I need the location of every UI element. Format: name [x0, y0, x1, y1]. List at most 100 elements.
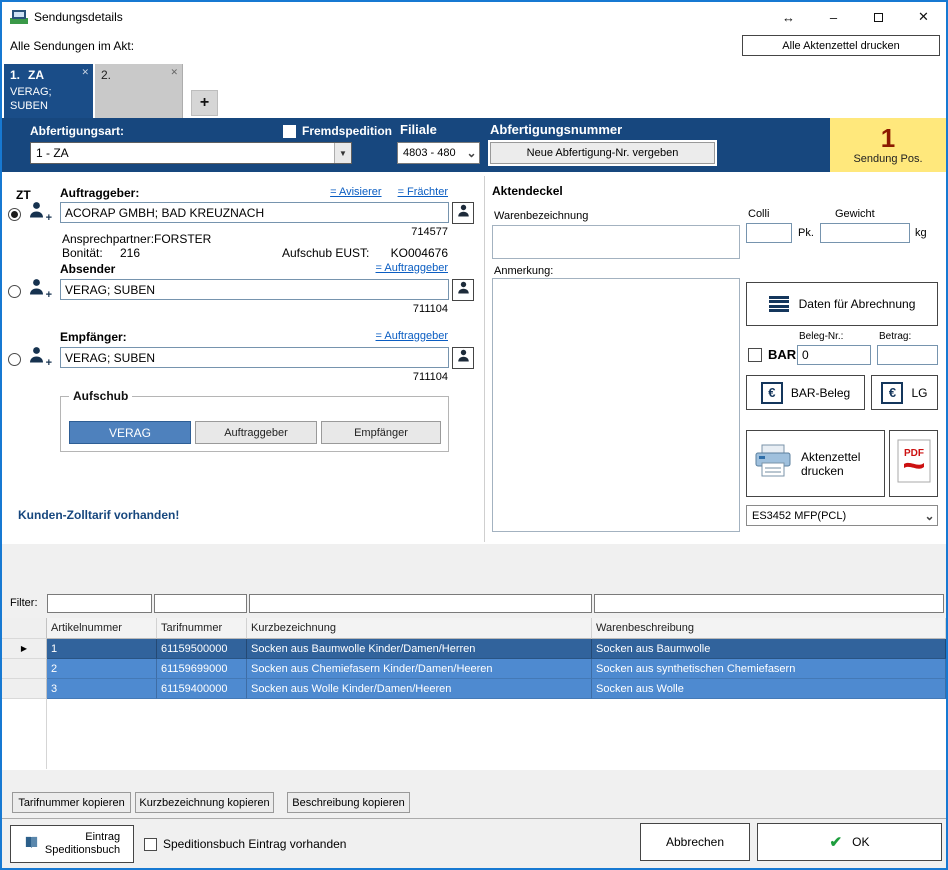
column-header-tarifnummer[interactable]: Tarifnummer	[157, 618, 247, 639]
dispatch-band: Abfertigungsart: Fremdspedition 1 - ZA ▼…	[2, 118, 946, 172]
tab1-type: ZA	[28, 68, 44, 82]
abfertigungsart-value: 1 - ZA	[31, 146, 334, 160]
book-icon	[24, 835, 39, 853]
minimize-icon[interactable]: –	[811, 2, 856, 32]
auftraggeber-input[interactable]	[60, 202, 449, 223]
ok-button[interactable]: ✔ OK	[757, 823, 942, 861]
speditionsbuch-checkbox[interactable]	[144, 838, 157, 851]
tab-strip: 1. ZA ✕ VERAG; SUBEN 2. ✕ +	[2, 60, 946, 118]
chevron-down-icon[interactable]: ⌄	[464, 146, 479, 160]
filiale-select[interactable]: 4803 - 480 ⌄	[397, 142, 480, 164]
sendung-pos-number: 1	[881, 125, 895, 151]
aufschub-eust-label: Aufschub EUST:	[282, 246, 369, 260]
tab1-line1: VERAG;	[10, 86, 52, 98]
tarifnummer-kopieren-button[interactable]: Tarifnummer kopieren	[12, 792, 131, 813]
aufschub-verag-button[interactable]: VERAG	[69, 421, 191, 444]
contact-add-absender-icon[interactable]: +	[28, 277, 52, 299]
tab-sendung-2[interactable]: 2. ✕	[95, 64, 183, 118]
alle-aktenzettel-drucken-button[interactable]: Alle Aktenzettel drucken	[742, 35, 940, 56]
fremdspedition-checkbox[interactable]	[283, 125, 296, 138]
warenbezeichnung-input[interactable]	[492, 225, 740, 259]
row-selector-arrow: ▶	[2, 639, 47, 659]
title-bar: Sendungsdetails ↔ – ✕	[2, 2, 946, 32]
invoice-lines-icon	[769, 296, 789, 313]
absender-input[interactable]	[60, 279, 449, 300]
chevron-down-icon[interactable]: ⌄	[922, 509, 937, 523]
kurzbezeichnung-kopieren-button[interactable]: Kurzbezeichnung kopieren	[135, 792, 274, 813]
avisierer-link[interactable]: = Avisierer	[330, 186, 381, 198]
ansprechpartner-value: FORSTER	[154, 232, 211, 246]
beschreibung-kopieren-button[interactable]: Beschreibung kopieren	[287, 792, 410, 813]
resize-icon[interactable]: ↔	[766, 2, 811, 32]
radio-auftraggeber[interactable]	[8, 208, 21, 221]
column-header-kurzbezeichnung[interactable]: Kurzbezeichnung	[247, 618, 592, 639]
colli-input[interactable]	[746, 223, 792, 243]
filiale-label: Filiale	[400, 122, 437, 137]
radio-absender[interactable]	[8, 285, 21, 298]
printer-select[interactable]: ES3452 MFP(PCL) ⌄	[746, 505, 938, 526]
aufschub-empfaenger-button[interactable]: Empfänger	[321, 421, 441, 444]
radio-empfaenger[interactable]	[8, 353, 21, 366]
anmerkung-textarea[interactable]	[492, 278, 740, 532]
row-selector-column	[2, 699, 47, 769]
tab1-close-icon[interactable]: ✕	[81, 67, 89, 78]
daten-fuer-abrechnung-button[interactable]: Daten für Abrechnung	[746, 282, 938, 326]
absender-lookup-button[interactable]	[452, 279, 474, 301]
maximize-icon[interactable]	[856, 2, 901, 32]
eintrag-speditionsbuch-button[interactable]: Eintrag Speditionsbuch	[10, 825, 134, 863]
filter-warenbeschreibung-input[interactable]	[594, 594, 944, 613]
abfertigungsart-select[interactable]: 1 - ZA ▼	[30, 142, 352, 164]
table-row[interactable]: 3 61159400000 Socken aus Wolle Kinder/Da…	[2, 679, 946, 699]
absender-number: 711104	[302, 303, 448, 315]
aufschub-group: Aufschub VERAG Auftraggeber Empfänger	[60, 396, 449, 452]
table-row[interactable]: ▶ 1 61159500000 Socken aus Baumwolle Kin…	[2, 639, 946, 659]
fraechter-link[interactable]: = Frächter	[398, 186, 448, 198]
column-header-artikelnummer[interactable]: Artikelnummer	[47, 618, 157, 639]
empfaenger-links: = Auftraggeber	[60, 330, 448, 342]
grid-empty-area	[2, 699, 946, 769]
aufschub-auftraggeber-button[interactable]: Auftraggeber	[195, 421, 317, 444]
column-header-warenbeschreibung[interactable]: Warenbeschreibung	[592, 618, 946, 639]
contact-add-auftraggeber-icon[interactable]: +	[28, 200, 52, 222]
neue-abfertigung-nr-button[interactable]: Neue Abfertigung-Nr. vergeben	[490, 142, 715, 164]
gewicht-unit-label: kg	[915, 227, 927, 239]
table-row[interactable]: 2 61159699000 Socken aus Chemiefasern Ki…	[2, 659, 946, 679]
tab-sendung-1[interactable]: 1. ZA ✕ VERAG; SUBEN	[4, 64, 93, 118]
tab2-close-icon[interactable]: ✕	[170, 67, 178, 78]
row-selector	[2, 679, 47, 699]
empfaenger-number: 711104	[302, 371, 448, 383]
filter-bar: Filter:	[2, 544, 946, 618]
filter-kurzbezeichnung-input[interactable]	[249, 594, 592, 613]
empfaenger-auftraggeber-link[interactable]: = Auftraggeber	[376, 330, 448, 342]
filter-tarifnummer-input[interactable]	[154, 594, 247, 613]
aktenzettel-drucken-button[interactable]: Aktenzettel drucken	[746, 430, 885, 497]
sendung-pos-label: Sendung Pos.	[853, 153, 922, 165]
bar-checkbox[interactable]	[748, 348, 762, 362]
sendungsdetails-window: Sendungsdetails ↔ – ✕ Alle Sendungen im …	[0, 0, 948, 870]
filter-artikelnummer-input[interactable]	[47, 594, 152, 613]
add-tab-button[interactable]: +	[191, 90, 218, 116]
fremdspedition-label: Fremdspedition	[302, 124, 392, 138]
empfaenger-lookup-button[interactable]	[452, 347, 474, 369]
pdf-icon: PDF	[897, 439, 931, 488]
beleg-nr-input[interactable]	[797, 345, 871, 365]
pdf-button[interactable]: PDF	[889, 430, 938, 497]
auftraggeber-links: = Avisierer = Frächter	[60, 186, 448, 198]
auftraggeber-lookup-button[interactable]	[452, 202, 474, 224]
gewicht-input[interactable]	[820, 223, 910, 243]
contact-add-empfaenger-icon[interactable]: +	[28, 345, 52, 367]
empfaenger-input[interactable]	[60, 347, 449, 368]
lg-button[interactable]: € LG	[871, 375, 938, 410]
dropdown-arrow-icon[interactable]: ▼	[334, 143, 351, 163]
ansprechpartner-label: Ansprechpartner:	[62, 232, 154, 246]
row-selector	[2, 659, 47, 679]
speditionsbuch-checkbox-label: Speditionsbuch Eintrag vorhanden	[163, 837, 346, 851]
main-panel: ZT + Auftraggeber: = Avisierer = Frächte…	[2, 172, 946, 544]
bar-beleg-button[interactable]: € BAR-Beleg	[746, 375, 865, 410]
absender-auftraggeber-link[interactable]: = Auftraggeber	[376, 262, 448, 274]
euro-icon: €	[761, 382, 783, 404]
close-icon[interactable]: ✕	[901, 2, 946, 32]
betrag-input[interactable]	[877, 345, 938, 365]
abbrechen-button[interactable]: Abbrechen	[640, 823, 750, 861]
bar-label: BAR	[768, 347, 796, 362]
